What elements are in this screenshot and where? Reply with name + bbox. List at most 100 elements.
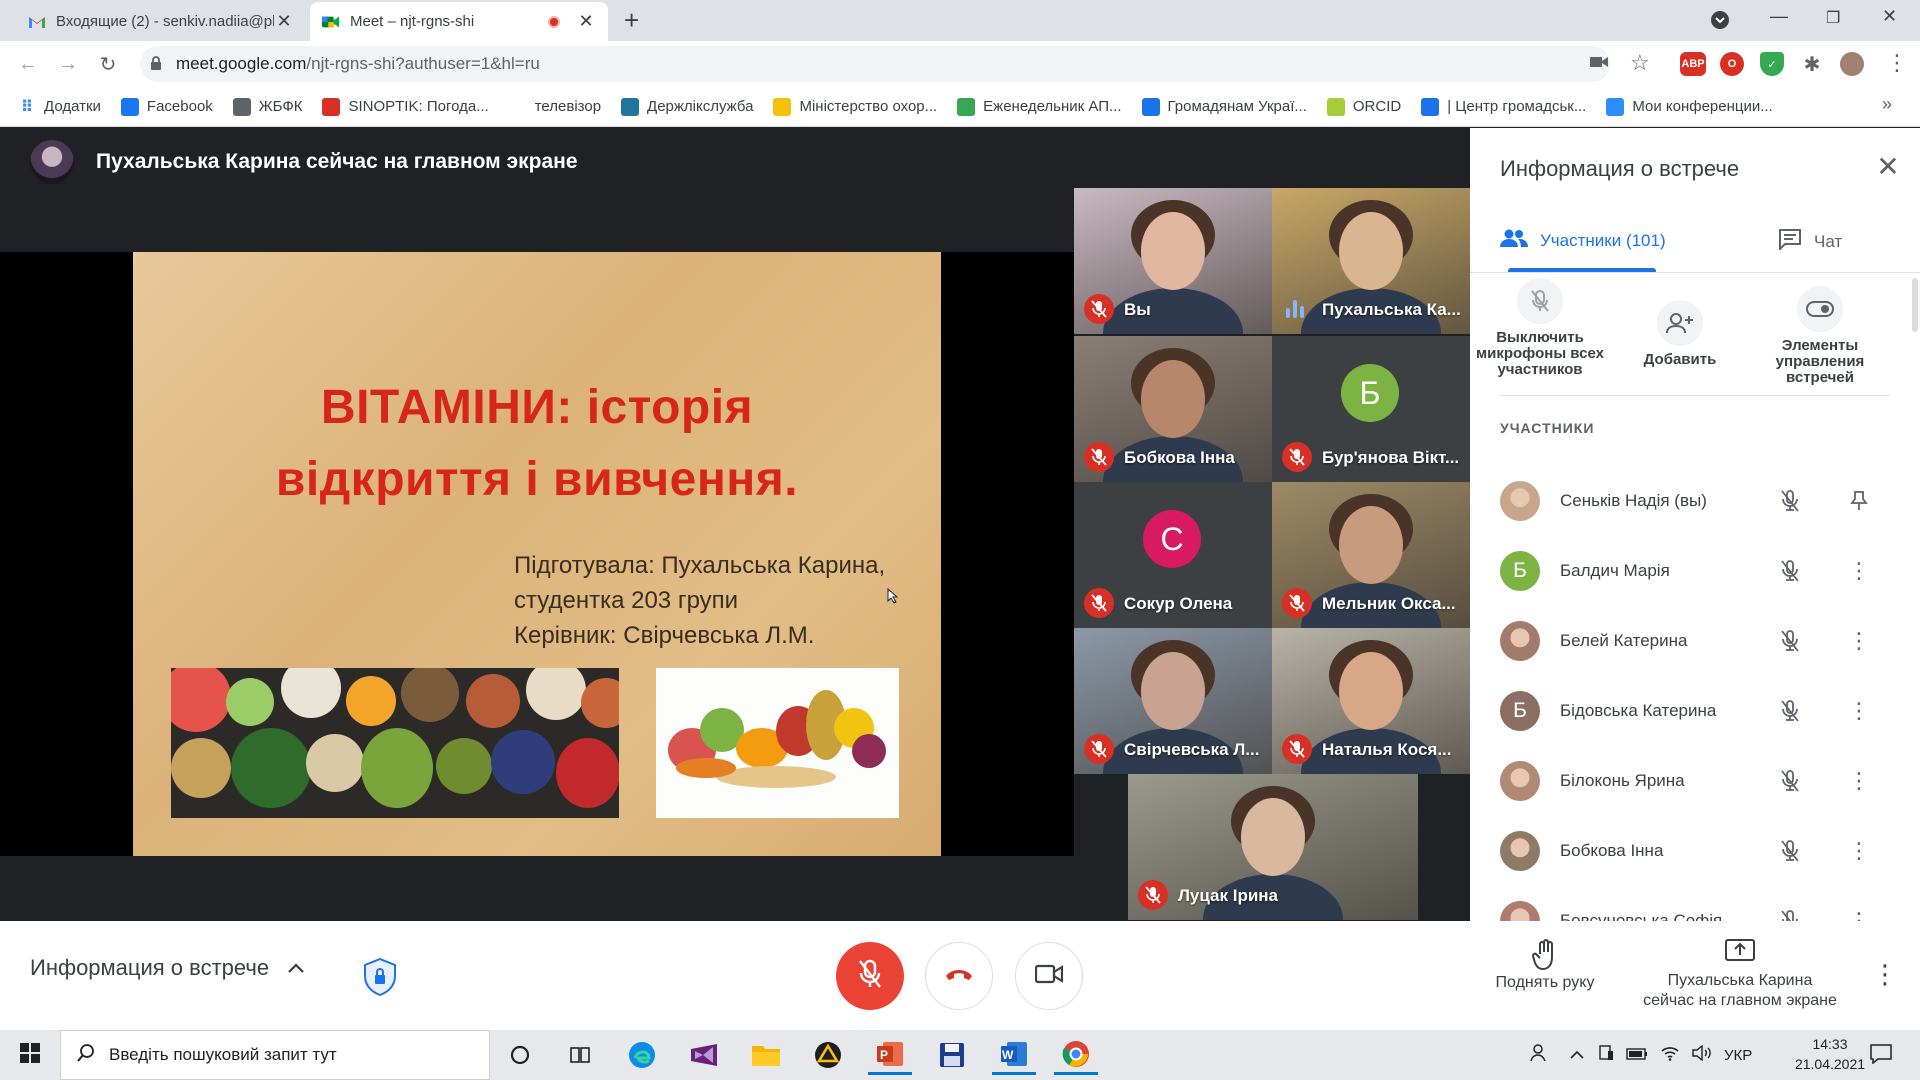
participant-row[interactable]: Бобкова Інна ⋮ — [1500, 816, 1900, 886]
chevron-up-icon[interactable] — [1570, 1047, 1584, 1064]
host-controls-button[interactable]: Элементы управления встречей — [1750, 286, 1890, 386]
file-explorer-icon[interactable] — [744, 1035, 788, 1075]
input-language[interactable]: УКР — [1724, 1047, 1752, 1064]
window-close-button[interactable]: ✕ — [1882, 6, 1897, 27]
mic-off-icon[interactable] — [1775, 626, 1805, 656]
tab-participants[interactable]: Участники (101) — [1500, 228, 1666, 253]
participant-tile[interactable]: Наталья Кося... — [1272, 628, 1470, 774]
adblock-icon[interactable]: ABP — [1680, 52, 1706, 76]
notifications-icon[interactable] — [1870, 1044, 1892, 1069]
bookmark-item[interactable]: Міністерство охор... — [773, 97, 937, 116]
browser-menu-icon[interactable]: ⋮ — [1886, 50, 1908, 76]
bookmark-item[interactable]: ЖБФК — [232, 97, 303, 116]
shield-extension-icon[interactable]: ✓ — [1760, 52, 1784, 76]
bookmark-star-icon[interactable]: ☆ — [1630, 50, 1650, 76]
bookmark-item[interactable]: Еженедельник АП... — [957, 97, 1122, 116]
participant-row[interactable]: Білоконь Ярина ⋮ — [1500, 746, 1900, 816]
add-people-button[interactable]: Добавить — [1610, 300, 1750, 368]
save-floppy-icon[interactable] — [930, 1035, 974, 1075]
more-options-icon[interactable]: ⋮ — [1870, 959, 1900, 990]
mic-off-icon[interactable] — [1775, 486, 1805, 516]
participant-row[interactable]: Б Балдич Марія ⋮ — [1500, 536, 1900, 606]
leave-call-button[interactable] — [925, 942, 993, 1010]
tab-chat[interactable]: Чат — [1778, 228, 1842, 255]
panel-close-button[interactable]: ✕ — [1870, 150, 1906, 183]
bookmark-item[interactable]: телевізор — [508, 97, 601, 116]
wifi-icon[interactable] — [1660, 1045, 1680, 1065]
tab-gmail[interactable]: Входящие (2) - senkiv.nadiia@pl ✕ — [16, 2, 306, 41]
chrome-icon[interactable] — [1054, 1035, 1098, 1075]
participant-row[interactable]: Б Бідовська Катерина ⋮ — [1500, 676, 1900, 746]
battery-icon[interactable] — [1626, 1047, 1648, 1064]
people-tray-icon[interactable] — [1530, 1044, 1548, 1066]
windows-start-button[interactable] — [0, 1030, 60, 1080]
participant-row[interactable]: Сеньків Надія (вы) — [1500, 466, 1900, 536]
forward-button[interactable]: → — [48, 53, 88, 76]
apps-grid-icon: ⠿ — [20, 98, 34, 116]
meeting-details-button[interactable]: Информация о встрече — [30, 955, 305, 981]
maximize-button[interactable]: ❐ — [1826, 8, 1840, 28]
extensions-puzzle-icon[interactable]: ✱ — [1800, 52, 1824, 76]
panel-scrollbar[interactable] — [1912, 278, 1918, 332]
globe-icon — [232, 97, 251, 116]
participant-tile[interactable]: Б Бур'янова Вікт... — [1272, 336, 1470, 482]
address-bar[interactable]: meet.google.com/njt-rgns-shi?authuser=1&… — [140, 46, 1610, 82]
device-tray-icon[interactable] — [1598, 1045, 1614, 1065]
microphone-toggle-button[interactable] — [836, 942, 904, 1010]
participant-tile[interactable]: Бобкова Інна — [1074, 336, 1272, 482]
opera-extension-icon[interactable]: O — [1720, 52, 1744, 76]
bookmark-item[interactable]: Мои конференции... — [1606, 97, 1773, 116]
mic-off-icon[interactable] — [1775, 766, 1805, 796]
more-icon[interactable]: ⋮ — [1844, 556, 1874, 586]
google-drive-icon[interactable] — [806, 1035, 850, 1075]
edge-browser-icon[interactable] — [620, 1035, 664, 1075]
bookmark-item[interactable]: Громадянам Украї... — [1141, 97, 1307, 116]
mic-off-icon[interactable] — [1775, 836, 1805, 866]
mic-off-icon[interactable] — [1775, 696, 1805, 726]
more-icon[interactable]: ⋮ — [1844, 766, 1874, 796]
taskbar-clock[interactable]: 14:33 21.04.2021 — [1790, 1034, 1870, 1074]
participant-row[interactable]: Белей Катерина ⋮ — [1500, 606, 1900, 676]
participant-tile[interactable]: Луцак Ірина — [1128, 774, 1418, 920]
reload-button[interactable]: ↻ — [88, 52, 128, 77]
back-button[interactable]: ← — [8, 53, 48, 76]
task-view-icon[interactable] — [558, 1035, 602, 1075]
close-icon[interactable]: ✕ — [576, 11, 596, 32]
raise-hand-button[interactable]: Поднять руку — [1480, 939, 1610, 993]
participant-tile[interactable]: Мельник Окса... — [1272, 482, 1470, 628]
bookmark-item[interactable]: Держлікслужба — [621, 97, 753, 116]
more-icon[interactable]: ⋮ — [1844, 696, 1874, 726]
taskbar-search-box[interactable]: Введіть пошуковий запит тут — [60, 1030, 490, 1080]
camera-in-use-icon[interactable] — [1590, 54, 1608, 74]
participant-tile[interactable]: С Сокур Олена — [1074, 482, 1272, 628]
participant-tile[interactable]: Пухальська Ка... — [1272, 188, 1470, 334]
cortana-icon[interactable] — [498, 1035, 542, 1075]
visual-studio-icon[interactable] — [682, 1035, 726, 1075]
bookmark-item[interactable]: ORCID — [1326, 97, 1401, 116]
bookmark-item[interactable]: | Центр громадськ... — [1421, 97, 1586, 116]
mute-all-button[interactable]: Выключить микрофоны всех участников — [1470, 278, 1610, 378]
word-icon[interactable]: W — [992, 1035, 1036, 1075]
bookmark-item[interactable]: Facebook — [120, 97, 213, 116]
present-now-button[interactable]: Пухальська Карина сейчас на главном экра… — [1610, 939, 1870, 1011]
more-icon[interactable]: ⋮ — [1844, 626, 1874, 656]
profile-avatar[interactable] — [1840, 52, 1864, 76]
bookmark-label: ЖБФК — [258, 98, 303, 115]
participant-tile[interactable]: Вы — [1074, 188, 1272, 334]
tab-search-icon[interactable] — [1710, 10, 1730, 35]
pin-icon[interactable] — [1844, 486, 1874, 516]
minimize-button[interactable]: — — [1770, 6, 1788, 27]
powerpoint-icon[interactable]: P — [868, 1035, 912, 1075]
mic-off-icon[interactable] — [1775, 556, 1805, 586]
close-icon[interactable]: ✕ — [274, 11, 294, 32]
bookmark-item[interactable]: ⠿ Додатки — [18, 98, 101, 116]
camera-toggle-button[interactable] — [1015, 942, 1083, 1010]
more-icon[interactable]: ⋮ — [1844, 836, 1874, 866]
host-shield-icon[interactable] — [362, 957, 398, 997]
bookmark-item[interactable]: SINOPTIK: Погода... — [322, 97, 489, 116]
participant-tile[interactable]: Свірчевська Л... — [1074, 628, 1272, 774]
new-tab-button[interactable]: + — [624, 6, 639, 34]
volume-icon[interactable] — [1692, 1044, 1712, 1065]
tab-meet[interactable]: Meet – njt-rgns-shi ✕ — [310, 2, 608, 41]
bookmarks-overflow-icon[interactable]: » — [1882, 94, 1892, 115]
